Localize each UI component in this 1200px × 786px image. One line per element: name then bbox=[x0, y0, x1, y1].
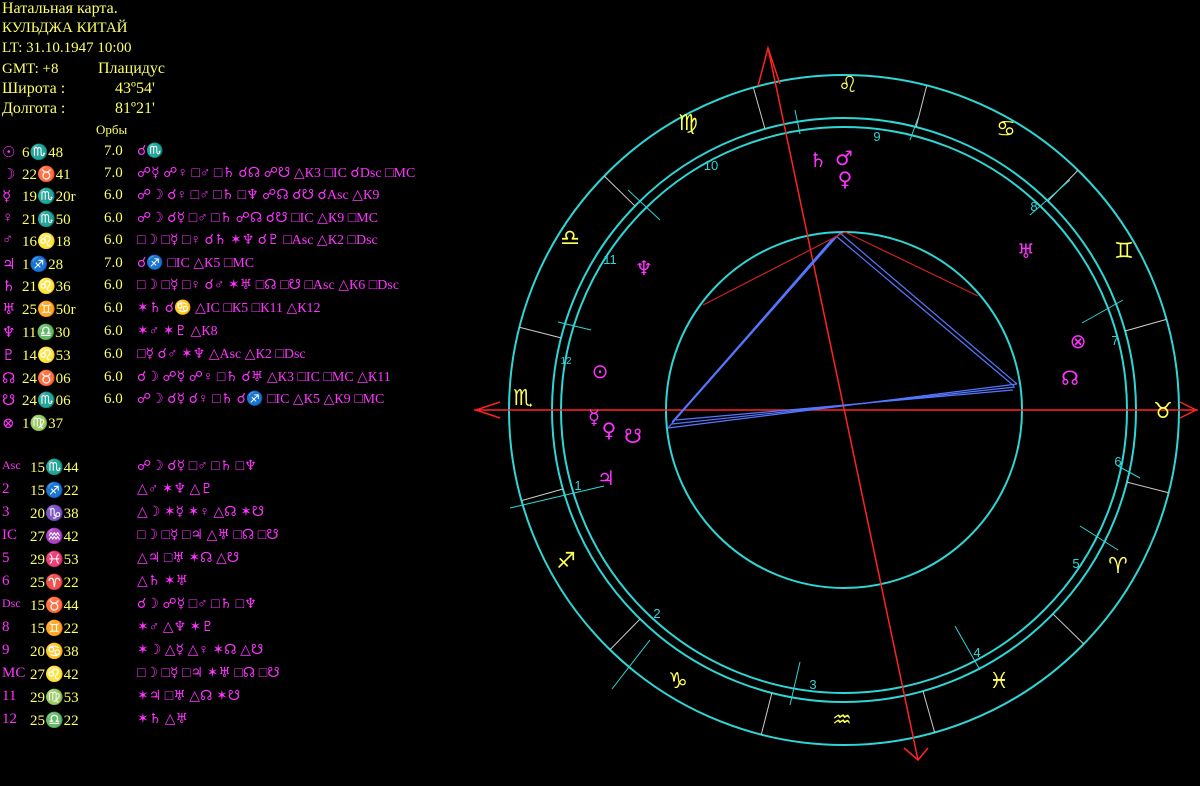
house-number: 3 bbox=[809, 677, 816, 692]
zodiac-sign-glyph: ♒ bbox=[832, 708, 852, 733]
zodiac-sign-glyph: ♉ bbox=[1153, 399, 1173, 424]
aspect-line bbox=[835, 235, 1015, 387]
zodiac-sign-glyph: ♑ bbox=[668, 669, 688, 694]
house-number: 10 bbox=[704, 158, 718, 173]
sign-divider bbox=[1124, 318, 1167, 332]
planet-glyph: ☊ bbox=[1061, 366, 1079, 390]
zodiac-sign-glyph: ♈ bbox=[1108, 554, 1128, 579]
planet-glyphs: ♄ ♂♀♆⊙☿♀ ☋♃⊗☊♅ bbox=[588, 146, 1087, 490]
house-number: 8 bbox=[1030, 199, 1037, 214]
house-number: 4 bbox=[973, 645, 980, 660]
planet-glyph: ☿ bbox=[588, 405, 600, 429]
planet-glyph: ♄ bbox=[809, 148, 827, 172]
house-number: 1 bbox=[574, 478, 581, 493]
sign-divider bbox=[922, 690, 936, 733]
natal-chart-wheel: ♈♉♊♋♌♍♎♏♐♑♒♓ 123456789101112 ♄ ♂♀♆⊙☿♀ ☋♃⊗☊… bbox=[473, 45, 1198, 762]
sign-divider bbox=[519, 326, 562, 339]
planet-glyph: ♅ bbox=[1017, 239, 1035, 263]
house-cusp-line bbox=[1081, 299, 1124, 324]
planet-glyph: ♃ bbox=[597, 466, 615, 490]
planet-glyph: ♀ bbox=[838, 167, 853, 191]
sign-divider bbox=[915, 85, 928, 128]
sign-divider bbox=[521, 488, 564, 502]
planet-glyph: ♀ bbox=[602, 418, 617, 442]
sign-divider bbox=[609, 618, 641, 651]
house-number: 5 bbox=[1072, 556, 1079, 571]
sign-divider bbox=[1052, 613, 1085, 645]
sign-divider bbox=[760, 692, 773, 735]
aspect-line bbox=[675, 237, 834, 419]
planet-glyph: ☋ bbox=[624, 424, 642, 448]
planet-glyph: ⊙ bbox=[592, 359, 609, 383]
zodiac-sign-glyph: ♐ bbox=[556, 549, 576, 574]
zodiac-sign-glyph: ♊ bbox=[1114, 239, 1134, 264]
aspect-line bbox=[667, 232, 841, 429]
sign-divider bbox=[752, 87, 766, 130]
house-number: 6 bbox=[1114, 454, 1121, 469]
planet-glyph: ⊗ bbox=[1070, 329, 1087, 353]
house-number: 12 bbox=[560, 356, 572, 367]
house-cusp-line bbox=[627, 189, 661, 221]
planet-glyph: ♆ bbox=[635, 256, 653, 280]
aspect-line bbox=[675, 389, 1014, 421]
sign-divider bbox=[1126, 481, 1169, 494]
house-cusp-line bbox=[509, 485, 605, 509]
aspect-line bbox=[702, 231, 846, 306]
house-number: 2 bbox=[653, 606, 660, 621]
zodiac-sign-glyph: ♓ bbox=[989, 669, 1009, 694]
house-number: 7 bbox=[1111, 333, 1118, 348]
zodiac-sign-glyph: ♏ bbox=[513, 386, 533, 411]
zodiac-sign-glyph: ♍ bbox=[678, 111, 698, 136]
house-cusp-line bbox=[1079, 525, 1119, 551]
sign-divider bbox=[603, 175, 636, 207]
zodiac-sign-glyph: ♋ bbox=[996, 117, 1016, 142]
zodiac-sign-glyph: ♎ bbox=[560, 226, 580, 251]
house-cusp-line bbox=[611, 639, 651, 690]
aspect-line bbox=[844, 231, 979, 297]
zodiac-sign-glyph: ♌ bbox=[838, 73, 858, 98]
house-number: 11 bbox=[603, 252, 617, 267]
house-number: 9 bbox=[873, 129, 880, 144]
